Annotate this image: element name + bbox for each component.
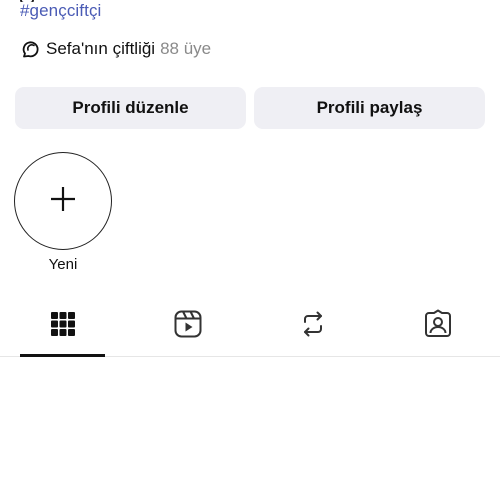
repost-icon	[303, 311, 322, 337]
grid-icon	[50, 312, 75, 336]
new-highlight-label: Yeni	[48, 256, 78, 273]
edit-profile-button[interactable]: Profili düzenle	[15, 87, 246, 129]
threads-community-icon	[20, 38, 42, 60]
tab-reels[interactable]	[125, 300, 250, 356]
tab-tagged[interactable]	[375, 300, 500, 356]
profile-tabs	[0, 300, 500, 357]
tab-reposts[interactable]	[250, 300, 375, 356]
new-highlight-circle[interactable]	[14, 152, 112, 250]
profile-page: #gençciftçi Sefa'nın çiftliği 88 üye Pro…	[0, 0, 500, 500]
reels-icon	[174, 310, 201, 338]
bio-hashtag[interactable]: #gençciftçi	[20, 1, 101, 21]
plus-icon	[49, 185, 77, 218]
tab-posts[interactable]	[0, 300, 125, 357]
profile-actions: Profili düzenle Profili paylaş	[15, 87, 485, 129]
community-member-count: 88 üye	[160, 39, 212, 58]
community-link[interactable]: Sefa'nın çiftliği 88 üye	[20, 38, 211, 60]
share-profile-button[interactable]: Profili paylaş	[254, 87, 485, 129]
tagged-icon	[424, 309, 451, 337]
new-highlight[interactable]: Yeni	[14, 152, 112, 273]
community-name: Sefa'nın çiftliği	[46, 39, 156, 58]
